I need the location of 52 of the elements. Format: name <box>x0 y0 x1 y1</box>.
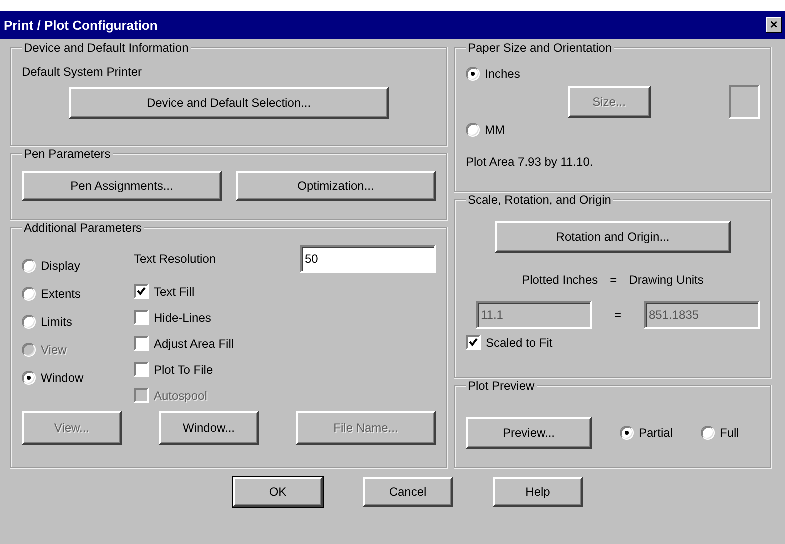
push-button[interactable]: Cancel <box>363 477 453 507</box>
push-button[interactable]: Optimization... <box>236 171 436 201</box>
checkbox[interactable] <box>134 310 149 325</box>
group-title: Plot Preview <box>467 379 536 393</box>
field-label: Text Resolution <box>134 252 216 266</box>
push-button[interactable]: Pen Assignments... <box>22 171 222 201</box>
checkbox-label[interactable]: Plot To File <box>154 362 214 376</box>
checkbox[interactable] <box>134 362 149 377</box>
checkbox-label[interactable]: Hide-Lines <box>154 310 212 324</box>
text-resolution-field[interactable]: 50 <box>300 245 436 273</box>
radio-button[interactable] <box>22 371 36 385</box>
radio-button[interactable] <box>22 259 36 273</box>
radio-label[interactable]: Display <box>41 259 80 273</box>
radio-button[interactable] <box>620 426 634 440</box>
push-button[interactable]: OK <box>233 477 323 507</box>
group-title: Device and Default Information <box>23 41 190 55</box>
radio-label[interactable]: Inches <box>485 67 520 81</box>
radio-button[interactable] <box>22 315 36 329</box>
checkbox[interactable] <box>466 335 481 350</box>
page-preview-icon <box>728 85 760 119</box>
checkbox[interactable] <box>134 284 149 299</box>
equals-sign: = <box>610 273 618 287</box>
close-button[interactable]: × <box>766 17 782 33</box>
group-title: Additional Parameters <box>23 221 144 235</box>
window-title: Print / Plot Configuration <box>4 18 158 32</box>
group-title: Pen Parameters <box>23 147 112 161</box>
checkbox[interactable] <box>134 336 149 351</box>
push-button[interactable]: Device and Default Selection... <box>69 87 389 119</box>
push-button[interactable]: Help <box>493 477 583 507</box>
radio-button[interactable] <box>701 426 716 440</box>
radio-label[interactable]: MM <box>485 123 505 137</box>
printer-name: Default System Printer <box>22 65 144 79</box>
checkbox-label[interactable]: Text Fill <box>154 284 195 298</box>
radio-label[interactable]: Full <box>720 426 740 440</box>
group-title: Paper Size and Orientation <box>467 41 614 55</box>
column-label: Drawing Units <box>629 273 704 287</box>
radio-button[interactable] <box>22 287 36 301</box>
push-button[interactable]: Window... <box>159 411 259 445</box>
radio-label[interactable]: Extents <box>41 287 82 301</box>
radio-label[interactable]: Partial <box>639 426 674 440</box>
column-label: Plotted Inches <box>522 273 598 287</box>
radio-label[interactable]: Limits <box>41 315 72 329</box>
plot-area-text: Plot Area 7.93 by 11.10. <box>466 155 594 169</box>
checkbox-label[interactable]: Scaled to Fit <box>486 336 553 350</box>
equals-sign: = <box>614 308 622 322</box>
push-button[interactable]: Preview... <box>466 417 592 449</box>
push-button[interactable]: Rotation and Origin... <box>495 221 731 253</box>
radio-button[interactable] <box>466 123 480 137</box>
checkbox-label[interactable]: Adjust Area Fill <box>154 336 234 350</box>
group-title: Scale, Rotation, and Origin <box>467 193 612 207</box>
radio-label[interactable]: Window <box>41 371 84 385</box>
radio-button[interactable] <box>466 67 480 81</box>
